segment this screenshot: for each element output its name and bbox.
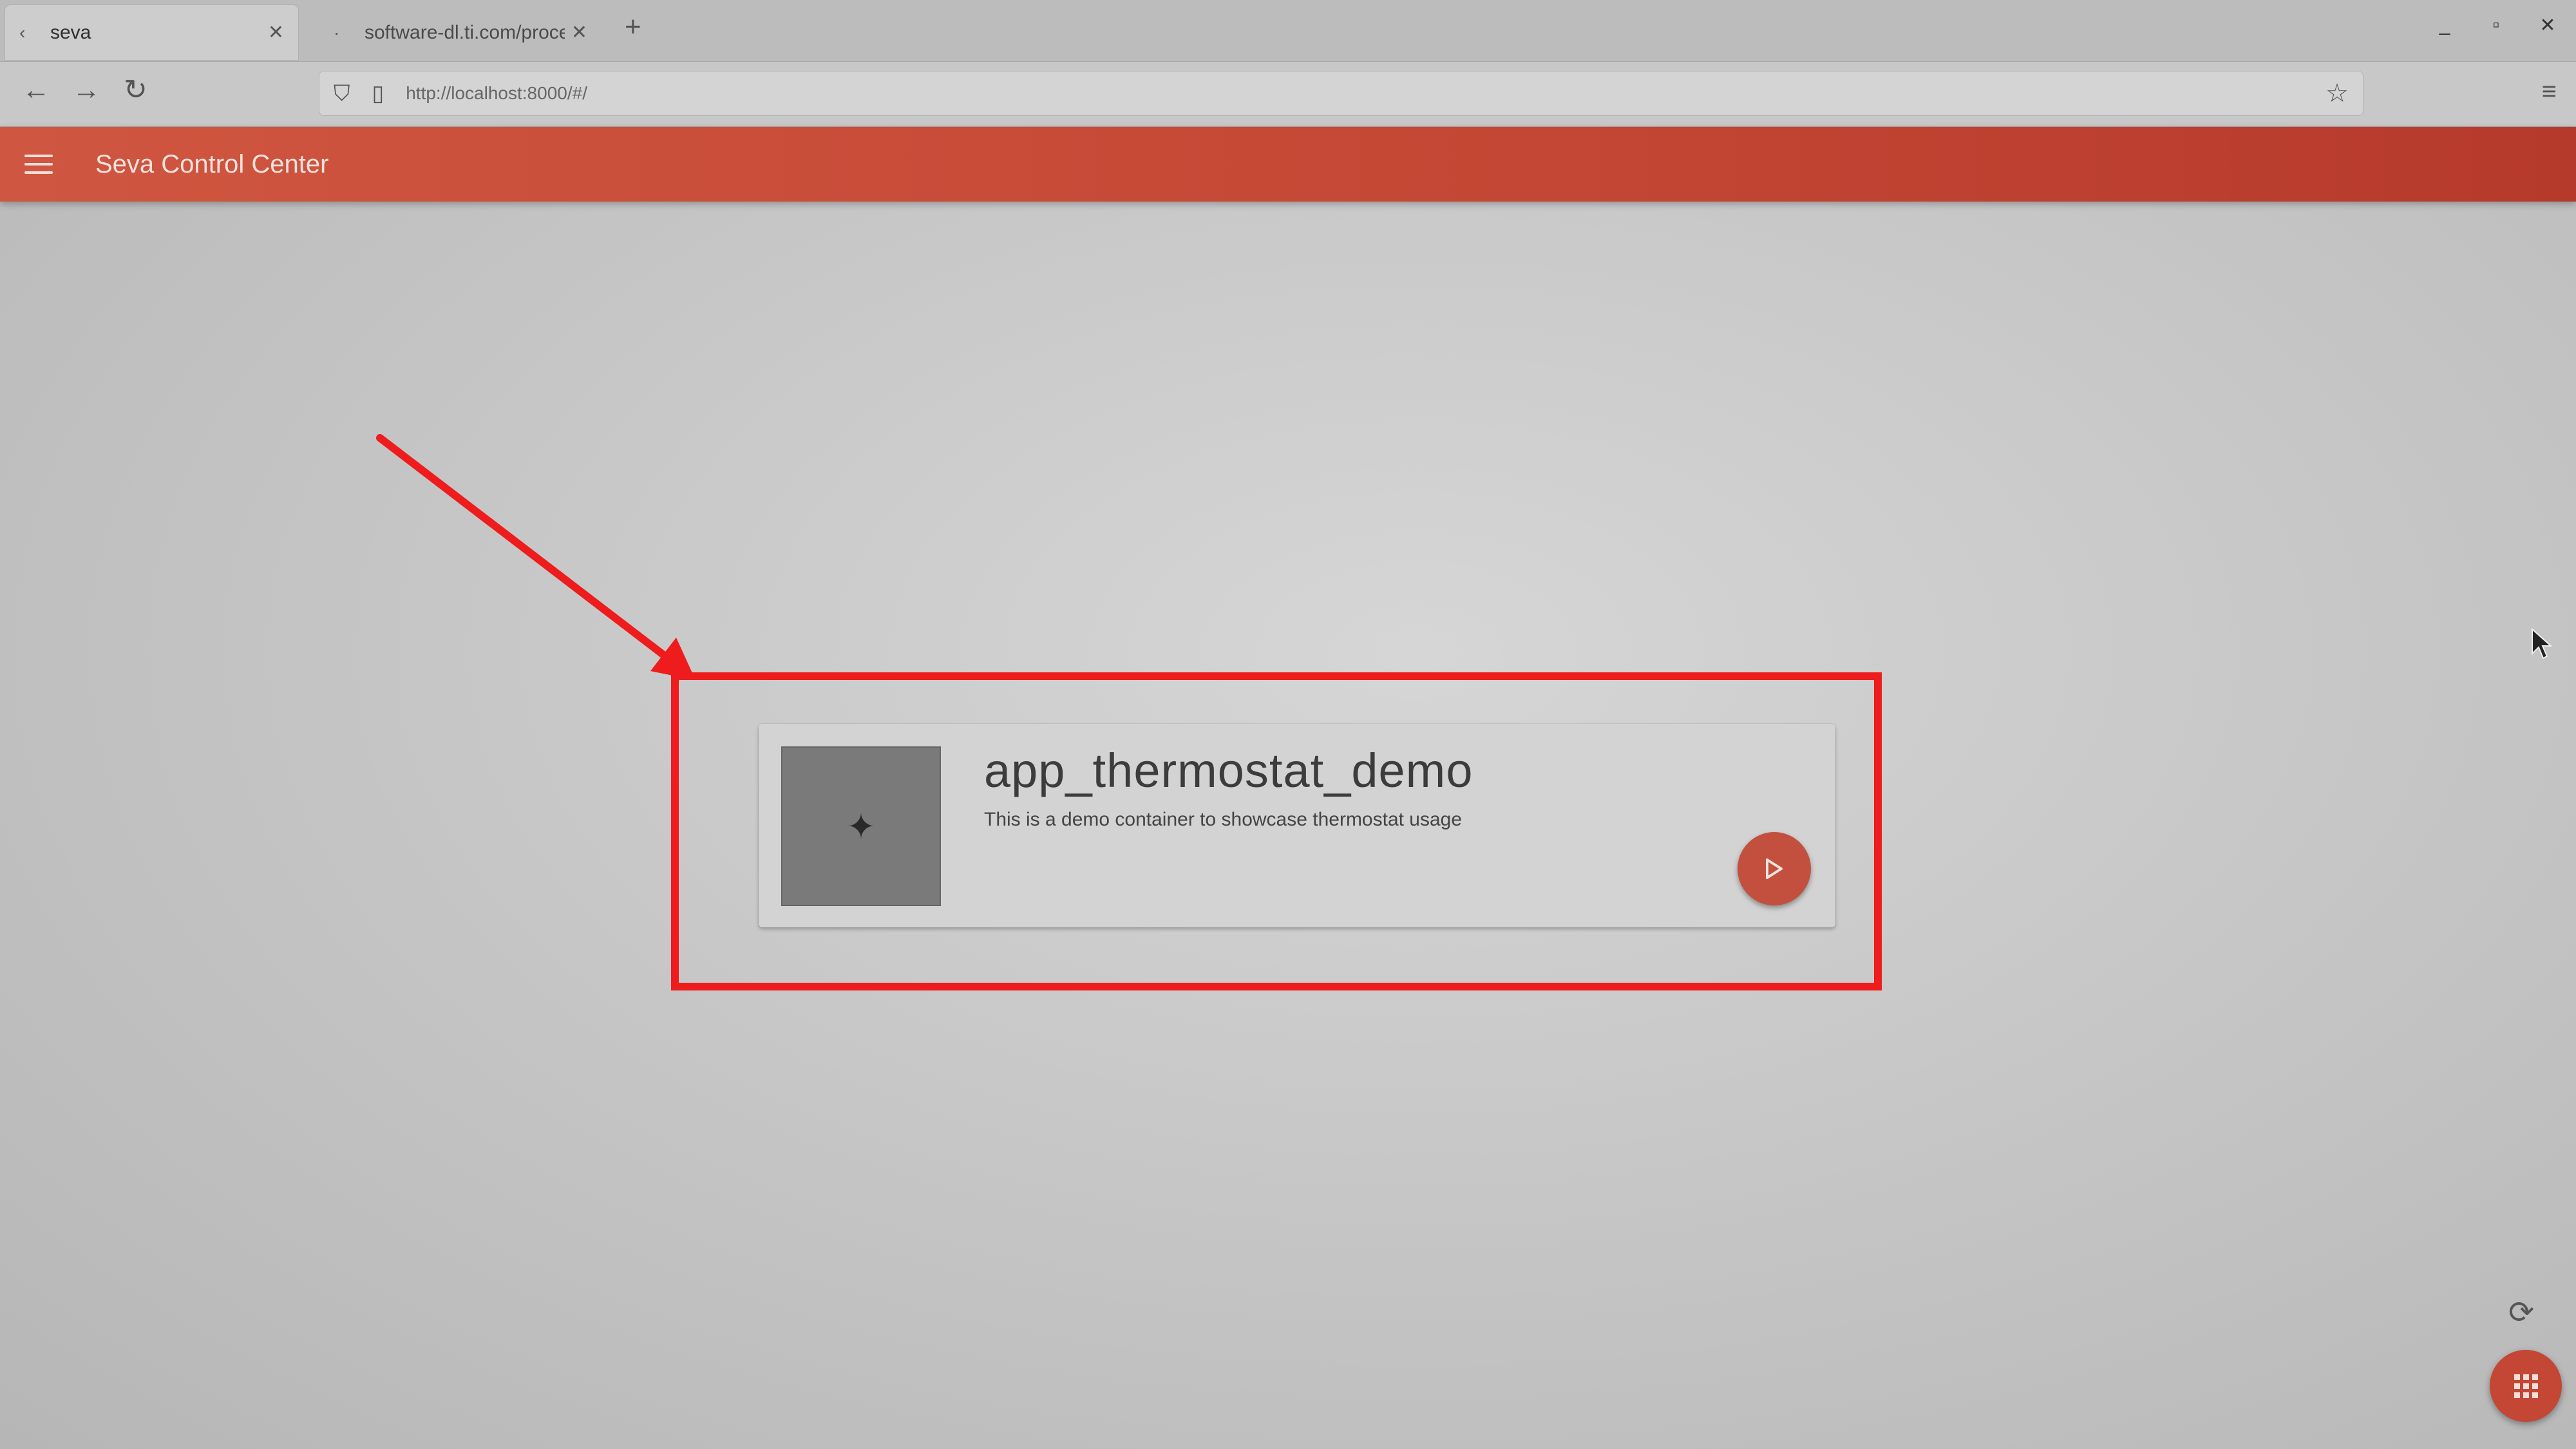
refresh-icon[interactable]: ⟳	[2508, 1294, 2534, 1331]
reload-icon[interactable]: ↻	[124, 76, 147, 104]
forward-icon[interactable]: →	[72, 76, 100, 104]
address-text[interactable]: http://localhost:8000/#/	[406, 83, 587, 104]
back-arrow-favicon-icon: ‹	[19, 22, 26, 43]
back-icon[interactable]: ←	[22, 76, 50, 104]
tab-seva[interactable]: ‹ seva ✕	[5, 5, 298, 60]
window-controls: _ ▫ ✕	[2436, 14, 2557, 37]
app-header: Seva Control Center	[0, 127, 2576, 202]
tab-close-icon[interactable]: ✕	[571, 21, 587, 44]
tab-close-icon[interactable]: ✕	[268, 21, 284, 44]
app-title: Seva Control Center	[95, 149, 329, 178]
tab-label: seva	[50, 21, 91, 43]
annotation-arrow	[376, 434, 696, 680]
mouse-cursor-icon	[2532, 628, 2553, 659]
apps-grid-button[interactable]	[2490, 1350, 2562, 1422]
page-icon: ▯	[372, 81, 384, 106]
hamburger-menu-icon[interactable]	[24, 155, 53, 174]
browser-nav-bar: ← → ↻ ⛉ ▯ http://localhost:8000/#/ ☆ ≡	[0, 62, 2576, 127]
shield-icon: ⛉	[334, 80, 350, 106]
grid-icon	[2514, 1374, 2538, 1398]
bookmark-star-icon[interactable]: ☆	[2325, 79, 2349, 108]
address-bar[interactable]: ⛉ ▯ http://localhost:8000/#/ ☆	[319, 71, 2363, 116]
maximize-icon[interactable]: ▫	[2487, 14, 2505, 37]
minimize-icon[interactable]: _	[2436, 14, 2454, 37]
tab-software-dl[interactable]: · software-dl.ti.com/proces ✕	[322, 5, 599, 60]
annotation-highlight-box	[671, 672, 1882, 990]
close-window-icon[interactable]: ✕	[2539, 14, 2557, 37]
dot-favicon-icon: ·	[334, 22, 340, 43]
new-tab-button[interactable]: +	[625, 13, 641, 41]
browser-menu-icon[interactable]: ≡	[2542, 79, 2557, 104]
browser-tab-bar: ‹ seva ✕ · software-dl.ti.com/proces ✕ +…	[0, 0, 2576, 62]
tab-label: software-dl.ti.com/proces	[365, 21, 565, 43]
